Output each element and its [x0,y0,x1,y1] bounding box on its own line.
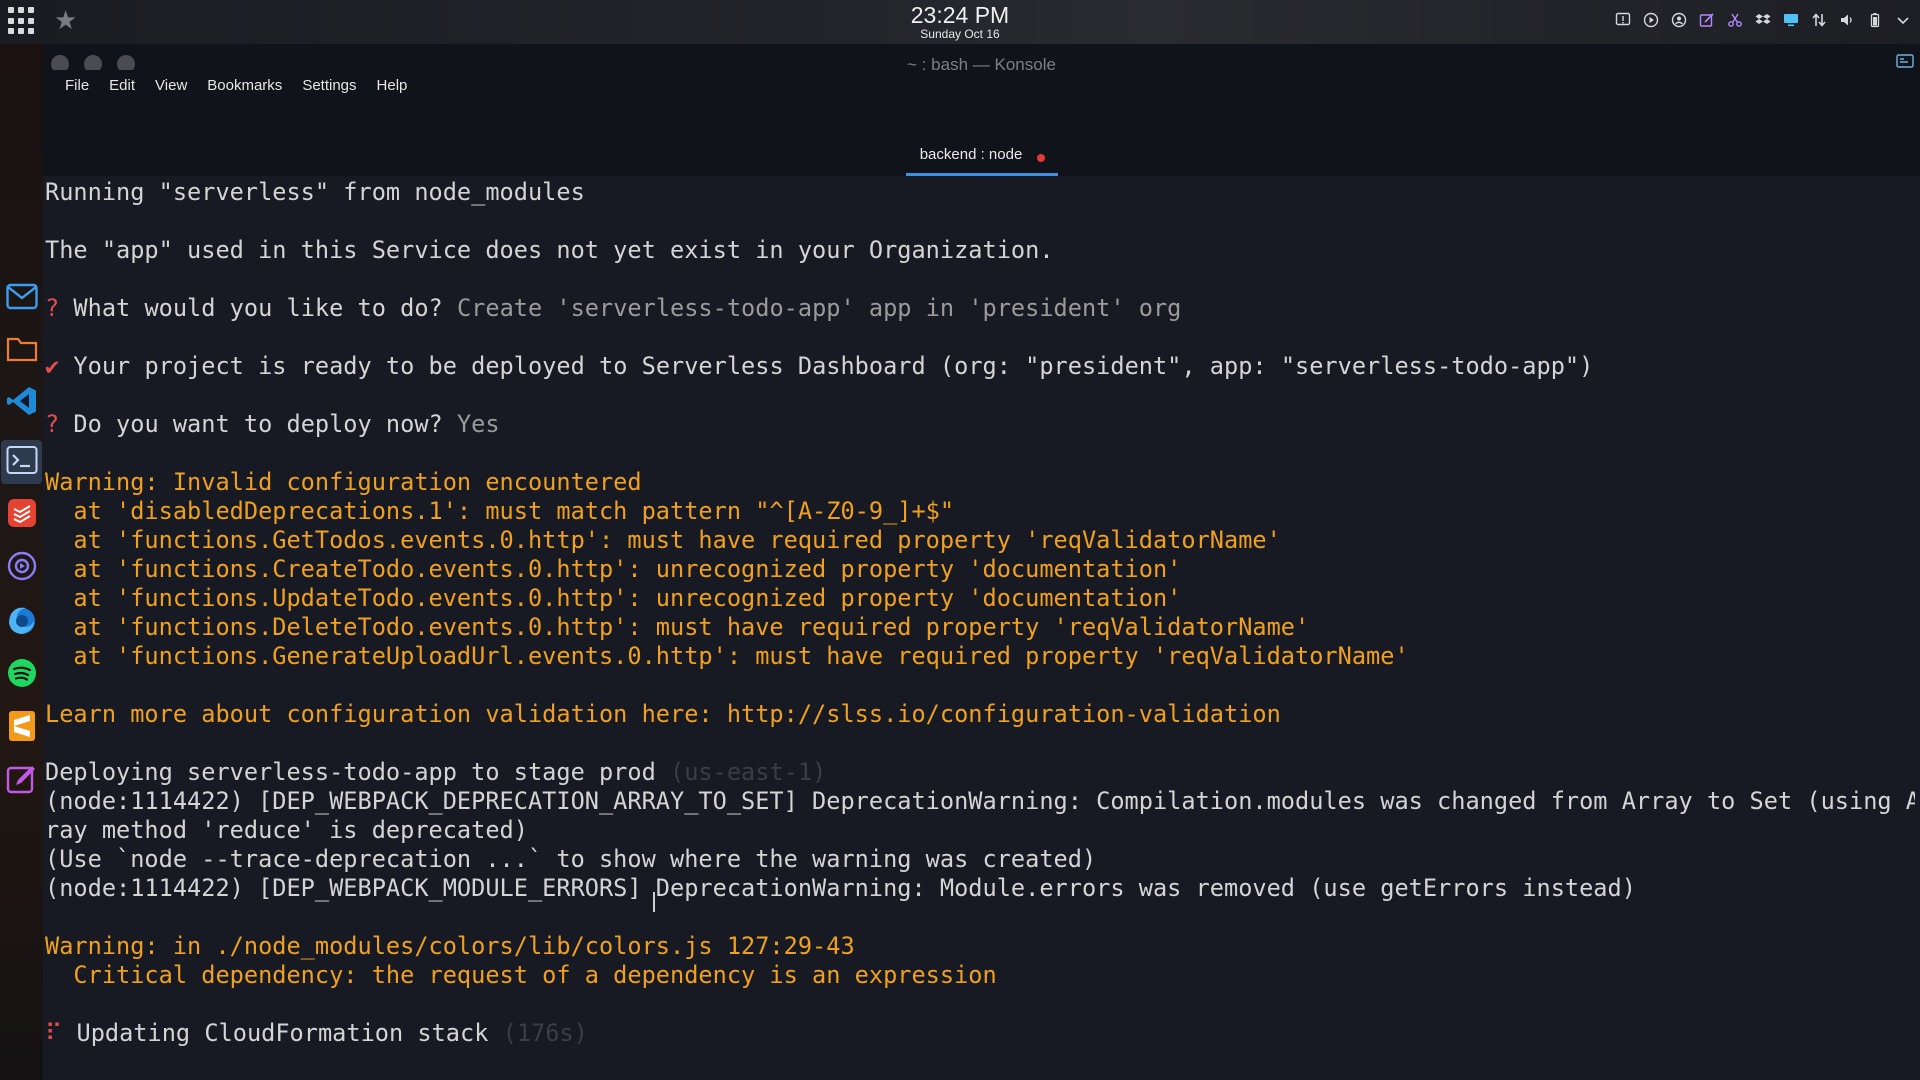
clipboard-icon[interactable] [1670,11,1688,29]
terminal-line: ray method 'reduce' is deprecated) [45,816,528,844]
warning-line: at 'functions.GetTodos.events.0.http': m… [45,526,1281,554]
chevron-down-icon[interactable] [1894,11,1912,29]
learn-more-line: Learn more about configuration validatio… [45,700,1281,728]
network-icon[interactable] [1810,11,1828,29]
deploying-region: (us-east-1) [655,758,827,786]
kdeconnect-icon[interactable] [1726,11,1744,29]
konsole-window: ~ : bash — Konsole File Edit View Bookma… [43,44,1920,1080]
app-dock [0,44,43,1080]
media-app-icon[interactable] [4,548,40,584]
vscode-app-icon[interactable] [4,383,40,419]
clock-date: Sunday Oct 16 [920,27,1000,41]
terminal-line: (Use `node --trace-deprecation ...` to s… [45,845,1097,873]
spotify-app-icon[interactable] [4,655,40,691]
updating-elapsed: (176s) [488,1019,588,1047]
notification-icon[interactable] [1614,11,1632,29]
menu-bar: File Edit View Bookmarks Settings Help [43,70,1920,100]
mouse-ibeam-cursor [653,892,655,912]
kate-app-icon[interactable] [4,761,40,797]
terminal-line: ⠏ Updating CloudFormation stack (176s) [45,1019,588,1048]
deploying-text: Deploying serverless-todo-app to stage p… [45,758,656,786]
window-titlebar: ~ : bash — Konsole [43,44,1920,73]
tab-backend-node[interactable]: backend : node [906,144,1058,176]
tab-label: backend : node [919,146,1023,163]
updating-text: Updating CloudFormation stack [62,1019,489,1047]
warning-line: at 'functions.DeleteTodo.events.0.http':… [45,613,1310,641]
battery-icon[interactable] [1866,11,1884,29]
firefox-app-icon[interactable] [4,602,40,638]
system-tray [1614,11,1912,29]
mail-app-icon[interactable] [4,279,40,315]
terminal-line: (node:1114422) [DEP_WEBPACK_DEPRECATION_… [45,787,1915,815]
menu-bookmarks[interactable]: Bookmarks [197,77,292,94]
terminal-line: Deploying serverless-todo-app to stage p… [45,758,826,787]
terminal-line: (node:1114422) [DEP_WEBPACK_MODULE_ERROR… [45,874,1636,902]
dropbox-icon[interactable] [1754,11,1772,29]
warning-line: at 'functions.UpdateTodo.events.0.http':… [45,584,1182,612]
tab-modified-indicator [1037,154,1045,162]
menu-edit[interactable]: Edit [99,77,145,94]
prompt-question-text: What would you like to do? [59,294,457,322]
menu-help[interactable]: Help [367,77,418,94]
success-text: Your project is ready to be deployed to … [59,352,1594,380]
warning-line: at 'functions.GenerateUploadUrl.events.0… [45,642,1409,670]
menu-view[interactable]: View [145,77,197,94]
tab-bar: backend : node [43,100,1920,176]
terminal-line: ? What would you like to do? Create 'ser… [45,294,1181,323]
prompt-question-mark: ? [45,410,60,438]
warning-line: at 'functions.CreateTodo.events.0.http':… [45,555,1182,583]
todoist-app-icon[interactable] [4,495,40,531]
konsole-app-icon[interactable] [4,442,40,478]
terminal-output[interactable]: Running "serverless" from node_modules T… [45,176,1915,1080]
warning-title: Warning: in ./node_modules/colors/lib/co… [45,932,855,960]
terminal-line: Running "serverless" from node_modules [45,178,585,206]
prompt-question-text: Do you want to deploy now? [59,410,457,438]
terminal-line: ? Do you want to deploy now? Yes [45,410,500,439]
top-panel: ★ 23:24 PM Sunday Oct 16 [0,0,1920,44]
sublime-app-icon[interactable] [4,708,40,744]
prompt-answer: Create 'serverless-todo-app' app in 'pre… [456,294,1182,322]
spinner-icon: ⠏ [45,1019,63,1047]
menu-settings[interactable]: Settings [292,77,366,94]
files-app-icon[interactable] [4,331,40,367]
warning-line: at 'disabledDeprecations.1': must match … [45,497,955,525]
menu-file[interactable]: File [55,77,99,94]
media-player-icon[interactable] [1642,11,1660,29]
prompt-question-mark: ? [45,294,60,322]
warning-title: Warning: Invalid configuration encounter… [45,468,642,496]
notes-icon[interactable] [1698,11,1716,29]
warning-line: Critical dependency: the request of a de… [45,961,997,989]
display-icon[interactable] [1782,11,1800,29]
prompt-answer: Yes [456,410,500,438]
volume-icon[interactable] [1838,11,1856,29]
check-mark-icon: ✔ [45,352,60,380]
terminal-line: The "app" used in this Service does not … [45,236,1054,264]
terminal-line: ✔ Your project is ready to be deployed t… [45,352,1593,381]
